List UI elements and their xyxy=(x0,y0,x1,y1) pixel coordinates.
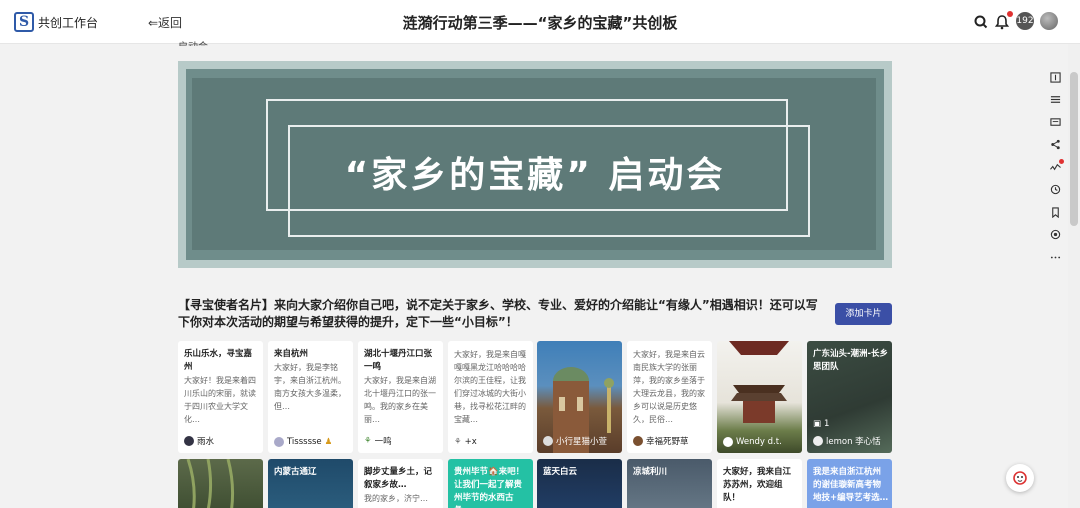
avatar xyxy=(543,436,553,446)
share-icon[interactable] xyxy=(1044,134,1066,157)
scrollbar[interactable] xyxy=(1068,44,1080,508)
card-body: 我的家乡，济宁… xyxy=(364,494,428,503)
card-author[interactable]: ⚘ +x xyxy=(454,437,477,447)
card[interactable]: 凉城利川 xyxy=(627,459,712,508)
card[interactable]: 大家好，我来自江苏苏州，欢迎组队！ xyxy=(717,459,802,508)
card-body: 大家好，我是李铭宇，来自浙江杭州。南方女孩大多温柔，但… xyxy=(274,363,346,411)
avatar xyxy=(813,436,823,446)
card[interactable]: Wendy d.t. xyxy=(717,341,802,453)
card[interactable]: 小行星猫小萱 xyxy=(537,341,622,453)
emoji-icon: ♟ xyxy=(324,437,333,447)
more-icon[interactable] xyxy=(1044,246,1066,269)
app-logo[interactable]: S xyxy=(14,12,34,32)
author-name: 雨水 xyxy=(197,437,215,447)
card-author[interactable]: ⚘ 一鸣 xyxy=(364,435,392,447)
card[interactable]: 大家好，我是来自嘎嘎嘎黑龙江哈哈哈哈尔滨的王佳程，让我们穿过冰城的大街小巷，找寻… xyxy=(448,341,533,453)
card-title: 脚步丈量乡土，记叙家乡故… xyxy=(364,467,433,490)
banner-title: “家乡的宝藏” 启动会 xyxy=(344,155,726,196)
card-title: 大家好，我来自江苏苏州，欢迎组队！ xyxy=(723,467,792,503)
activity-dot xyxy=(1059,159,1064,164)
card-body: 大家好，我是来自湖北十堰丹江口的张一鸣。我的家乡在美丽… xyxy=(364,376,436,424)
workspace-link[interactable]: 共创工作台 xyxy=(38,14,98,31)
section-label: 启动会 xyxy=(178,38,208,46)
card[interactable]: 大家好，我是来自云南民族大学的张丽萍，我的家乡坐落于大理云龙县，我的家乡可以说是… xyxy=(627,341,712,453)
attachment-count: ▣ 1 xyxy=(813,419,829,429)
author-name: 一鸣 xyxy=(374,437,392,447)
list-icon[interactable] xyxy=(1044,89,1066,112)
card[interactable]: 来自杭州 大家好，我是李铭宇，来自浙江杭州。南方女孩大多温柔，但… Tissss… xyxy=(268,341,353,453)
card[interactable]: 贵州毕节🏠来吧！让我们一起了解贵州毕节的水西古彝… xyxy=(448,459,533,508)
assistant-button[interactable] xyxy=(1006,464,1034,492)
page-title-text: 涟漪行动第三季——“家乡的宝藏”共创板 xyxy=(402,14,678,32)
author-name: Tissssse xyxy=(287,437,322,447)
bookmark-icon[interactable] xyxy=(1044,201,1066,224)
card-title: 凉城利川 xyxy=(633,467,668,477)
card-title: 蓝天白云 xyxy=(543,467,578,477)
avatar xyxy=(633,436,643,446)
card-title: 内蒙古通辽 xyxy=(274,467,317,477)
notification-count-badge[interactable]: 192 xyxy=(1016,12,1034,30)
card[interactable]: 广东汕头-潮洲-长乡思团队 ▣ 1 lemon 李心恬 xyxy=(807,341,892,453)
history-icon[interactable] xyxy=(1044,179,1066,202)
card-author[interactable]: lemon 李心恬 xyxy=(813,435,881,447)
plant-icon: ⚘ xyxy=(454,437,462,447)
add-card-button[interactable]: 添加卡片 xyxy=(835,303,892,325)
card-author[interactable]: Tissssse ♟ xyxy=(274,437,332,447)
bell-icon[interactable] xyxy=(993,11,1013,31)
card[interactable]: 我是来自浙江杭州的谢佳璇新高考物地技+编导艺考选… xyxy=(807,459,892,508)
file-icon: ▣ xyxy=(813,419,822,429)
author-name: 小行星猫小萱 xyxy=(556,437,608,447)
notification-dot xyxy=(1007,11,1013,17)
card-title: 来自杭州 xyxy=(274,349,309,359)
card[interactable]: 脚步丈量乡土，记叙家乡故… 我的家乡，济宁… xyxy=(358,459,443,508)
count: 1 xyxy=(824,419,830,429)
card[interactable]: 蓝天白云 xyxy=(537,459,622,508)
card-author[interactable]: Wendy d.t. xyxy=(723,437,782,447)
target-icon[interactable] xyxy=(1044,224,1066,247)
card-author[interactable]: 小行星猫小萱 xyxy=(543,435,607,447)
card-author[interactable]: 幸福死野草 xyxy=(633,435,689,447)
card-body: 大家好，我是来自嘎嘎嘎黑龙江哈哈哈哈尔滨的王佳程，让我们穿过冰城的大街小巷，找寻… xyxy=(454,350,526,424)
search-icon[interactable] xyxy=(972,13,990,31)
activity-icon[interactable] xyxy=(1044,156,1066,179)
avatar xyxy=(723,437,733,447)
top-bar: S 共创工作台 ⇐返回 涟漪行动第三季——“家乡的宝藏”共创板 192 xyxy=(0,0,1080,44)
panel-icon[interactable] xyxy=(1044,66,1066,89)
back-button[interactable]: ⇐返回 xyxy=(148,14,182,31)
card-author[interactable]: 雨水 xyxy=(184,435,214,447)
author-name: lemon 李心恬 xyxy=(826,437,881,447)
card-body: 大家好！我是来着四川乐山的宋丽，就读于四川农业大学文化… xyxy=(184,376,256,424)
comment-icon[interactable] xyxy=(1044,111,1066,134)
card-title: 乐山乐水，寻宝嘉州 xyxy=(184,349,253,372)
scroll-thumb[interactable] xyxy=(1070,72,1078,226)
card-title: 湖北十堰丹江口张一鸣 xyxy=(364,349,433,372)
avatar xyxy=(184,436,194,446)
card-title: 广东汕头-潮洲-长乡思团队 xyxy=(813,349,889,372)
section-prompt: 【寻宝使者名片】来向大家介绍你自己吧，说不定关于家乡、学校、专业、爱好的介绍能让… xyxy=(178,298,818,329)
card[interactable]: 乐山乐水，寻宝嘉州 大家好！我是来着四川乐山的宋丽，就读于四川农业大学文化… 雨… xyxy=(178,341,263,453)
mascot-icon xyxy=(1013,471,1027,485)
author-name: 幸福死野草 xyxy=(646,437,689,447)
author-name: +x xyxy=(464,437,477,447)
avatar xyxy=(274,437,284,447)
willow-image xyxy=(186,459,235,508)
right-toolbar xyxy=(1044,66,1066,269)
plant-icon: ⚘ xyxy=(364,436,372,446)
card[interactable]: 内蒙古通辽 xyxy=(268,459,353,508)
card[interactable] xyxy=(178,459,263,508)
card-title: 贵州毕节🏠来吧！让我们一起了解贵州毕节的水西古彝… xyxy=(454,467,525,508)
author-name: Wendy d.t. xyxy=(736,437,782,447)
card-title: 我是来自浙江杭州的谢佳璇新高考物地技+编导艺考选… xyxy=(813,467,889,503)
user-avatar[interactable] xyxy=(1040,12,1058,30)
card[interactable]: 湖北十堰丹江口张一鸣 大家好，我是来自湖北十堰丹江口的张一鸣。我的家乡在美丽… … xyxy=(358,341,443,453)
card-body: 大家好，我是来自云南民族大学的张丽萍，我的家乡坐落于大理云龙县，我的家乡可以说是… xyxy=(633,350,705,424)
